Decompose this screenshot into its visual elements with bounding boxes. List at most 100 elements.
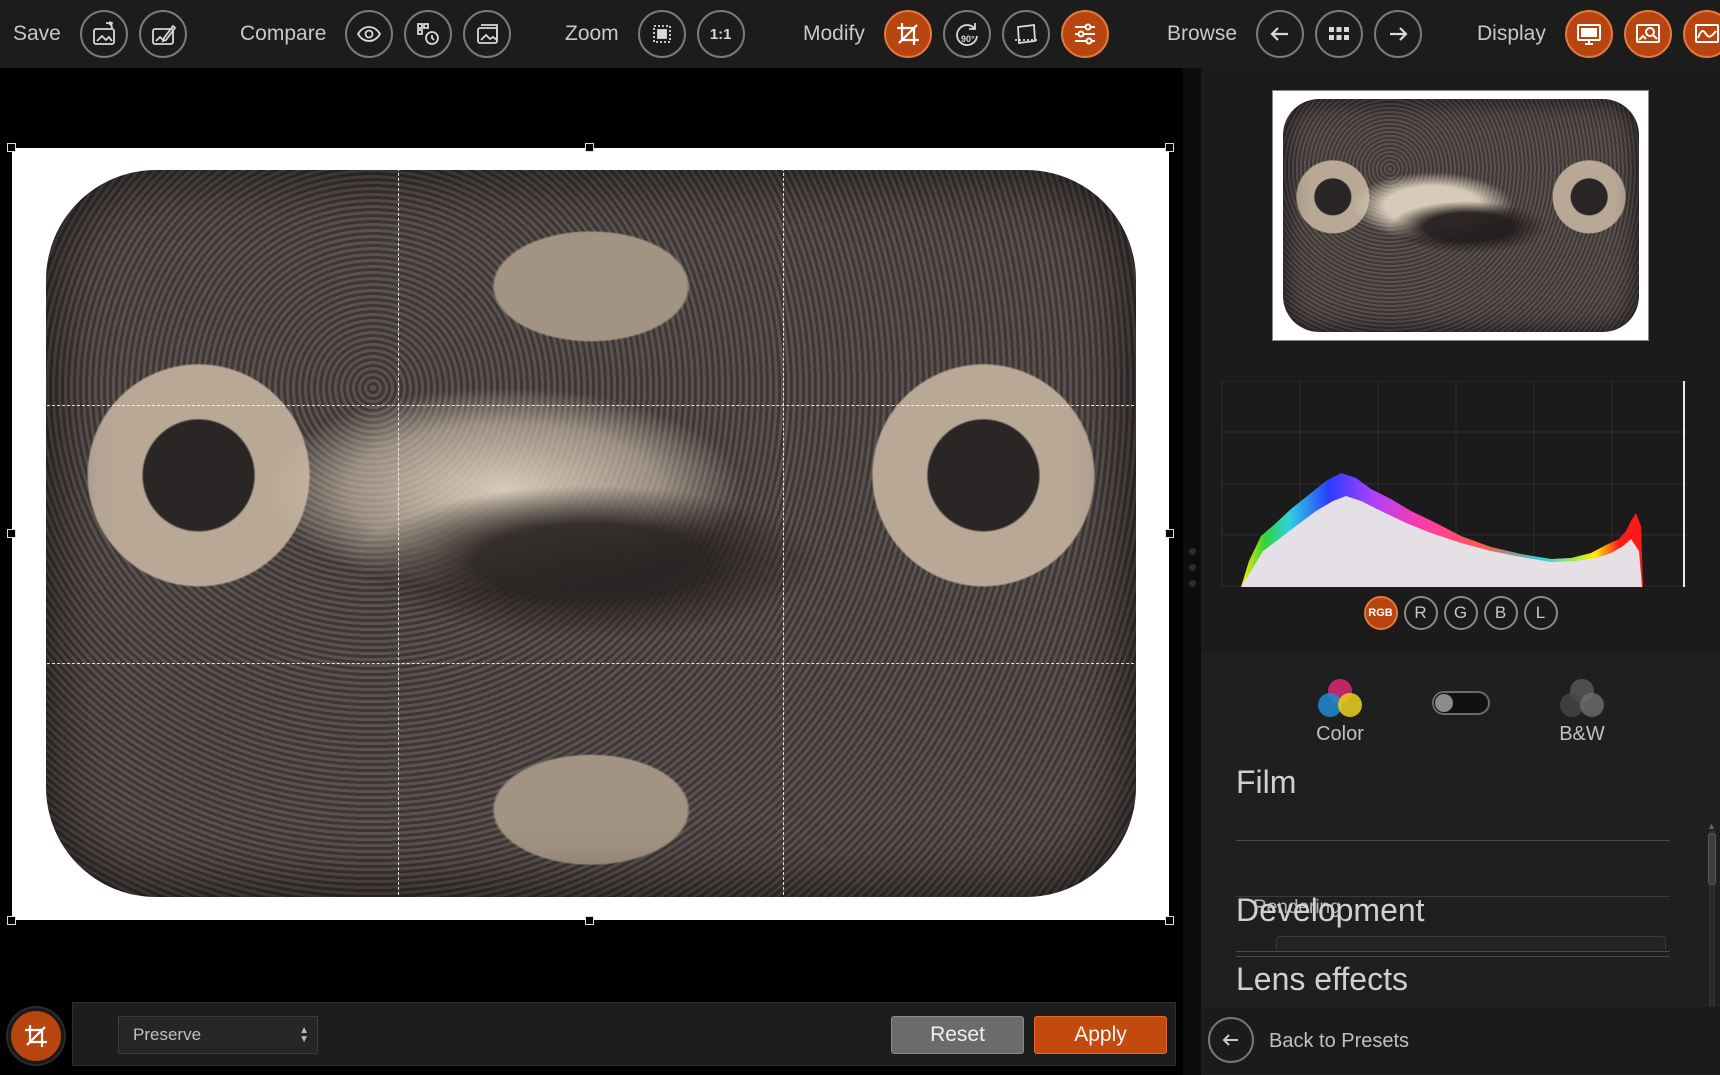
section-divider	[1236, 956, 1670, 957]
browse-group: Browse	[1167, 0, 1423, 68]
browse-grid-button[interactable]	[1315, 10, 1364, 58]
display-group: Display	[1477, 0, 1720, 68]
crop-handle-right[interactable]	[1165, 529, 1174, 538]
section-lens-effects-title: Lens effects	[1236, 961, 1408, 997]
bw-mode-icon	[1560, 679, 1604, 719]
channel-g-button[interactable]: G	[1443, 596, 1478, 630]
modify-group: Modify 90°	[803, 0, 1109, 68]
back-button[interactable]	[1208, 1017, 1254, 1063]
aspect-ratio-select[interactable]: Preserve ▲ ▼	[118, 1016, 318, 1054]
compare-original-button[interactable]	[345, 10, 394, 58]
modify-label: Modify	[803, 22, 865, 45]
bw-mode-label: B&W	[1559, 723, 1605, 745]
toggle-knob	[1435, 694, 1453, 712]
scroll-thumb[interactable]	[1708, 833, 1716, 885]
crop-mode-button[interactable]	[8, 1008, 64, 1064]
compare-history-button[interactable]	[404, 10, 453, 58]
histogram-channel-selector: RGB R G B L	[1201, 596, 1720, 636]
crop-handle-bottom-left[interactable]	[7, 916, 16, 925]
save-label: Save	[13, 22, 61, 45]
channel-b-button[interactable]: B	[1483, 596, 1518, 630]
crop-handle-top-right[interactable]	[1165, 143, 1174, 152]
crop-overlay[interactable]	[7, 143, 1174, 925]
arrow-right-icon	[1390, 27, 1408, 41]
section-lens-effects[interactable]: Lens effects	[1236, 961, 1670, 1013]
back-to-presets-row[interactable]: Back to Presets	[1201, 1007, 1720, 1073]
top-toolbar: Save Compare Zoom 1:1 Modify 90° Browse …	[0, 0, 1720, 68]
channel-l-button[interactable]: L	[1523, 596, 1558, 630]
crop-handle-left[interactable]	[7, 529, 16, 538]
color-mode-icon	[1318, 679, 1362, 719]
section-film-title: Film	[1236, 764, 1297, 800]
display-fullscreen-button[interactable]	[1564, 10, 1613, 58]
channel-r-button[interactable]: R	[1403, 596, 1438, 630]
grip-dot	[1189, 564, 1196, 571]
straighten-button[interactable]	[1001, 10, 1050, 58]
crop-grid-line	[397, 148, 399, 920]
crop-icon	[896, 23, 919, 45]
compare-label: Compare	[240, 22, 327, 45]
browse-next-button[interactable]	[1374, 10, 1423, 58]
crop-grid-line	[12, 662, 1169, 664]
arrow-left-icon	[1222, 1034, 1238, 1046]
crop-icon	[25, 1025, 47, 1047]
histogram-icon	[1694, 24, 1719, 43]
display-preview-button[interactable]	[1623, 10, 1672, 58]
compare-images-button[interactable]	[463, 10, 512, 58]
edit-image-button[interactable]	[138, 10, 187, 58]
crop-grid-line	[12, 405, 1169, 407]
histogram-chart	[1221, 381, 1687, 587]
fit-icon	[652, 25, 671, 43]
zoom-group: Zoom 1:1	[565, 0, 745, 68]
browse-label: Browse	[1167, 22, 1238, 45]
thumbnail-image	[1283, 99, 1639, 332]
navigator-thumbnail[interactable]	[1272, 90, 1649, 341]
export-image-button[interactable]	[79, 10, 128, 58]
export-image-icon	[92, 21, 115, 45]
rotate-button[interactable]: 90°	[942, 10, 991, 58]
crop-handle-top-left[interactable]	[7, 143, 16, 152]
images-icon	[477, 24, 499, 44]
bw-mode-option[interactable]: B&W	[1532, 679, 1632, 746]
crop-bar-panel: Preserve ▲ ▼ Reset Apply	[72, 1002, 1176, 1066]
section-film[interactable]: Film	[1236, 764, 1670, 841]
right-panel: RGB R G B L Color B&W Film Rendering Dev…	[1201, 68, 1720, 1075]
apply-button[interactable]: Apply	[1034, 1016, 1167, 1054]
monitor-icon	[1576, 24, 1601, 45]
crop-border[interactable]	[12, 148, 1169, 920]
display-histogram-button[interactable]	[1682, 10, 1720, 58]
color-bw-toggle[interactable]	[1432, 691, 1490, 715]
straighten-icon	[1014, 23, 1037, 45]
zoom-fit-button[interactable]	[637, 10, 686, 58]
section-development[interactable]: Development	[1236, 892, 1670, 954]
crop-button[interactable]	[883, 10, 932, 58]
panel-resize-handle[interactable]	[1183, 68, 1201, 1075]
preview-icon	[1635, 24, 1660, 43]
channel-rgb-button[interactable]: RGB	[1363, 596, 1398, 630]
scroll-up-icon[interactable]: ▲	[1707, 821, 1716, 831]
reset-button[interactable]: Reset	[891, 1016, 1024, 1054]
image-canvas[interactable]	[0, 68, 1183, 1000]
svg-text:90°: 90°	[961, 34, 975, 44]
crop-bar: Preserve ▲ ▼ Reset Apply	[0, 1000, 1183, 1075]
history-icon	[417, 23, 440, 45]
crop-handle-bottom-right[interactable]	[1165, 916, 1174, 925]
compare-group: Compare	[240, 0, 512, 68]
display-label: Display	[1477, 22, 1546, 45]
section-development-title: Development	[1236, 892, 1425, 928]
crop-handle-top[interactable]	[585, 143, 594, 152]
back-to-presets-label: Back to Presets	[1269, 1030, 1410, 1052]
edit-image-icon	[151, 24, 177, 45]
grip-dot	[1189, 580, 1196, 587]
zoom-label: Zoom	[565, 22, 619, 45]
adjustments-button[interactable]	[1060, 10, 1109, 58]
zoom-actual-size-button[interactable]: 1:1	[696, 10, 745, 58]
grip-dot	[1189, 548, 1196, 555]
color-mode-option[interactable]: Color	[1290, 679, 1390, 746]
color-mode-label: Color	[1316, 723, 1364, 745]
eye-icon	[357, 26, 382, 42]
crop-grid-line	[783, 148, 785, 920]
color-mode-row: Color B&W	[1201, 679, 1720, 749]
browse-previous-button[interactable]	[1256, 10, 1305, 58]
crop-handle-bottom[interactable]	[585, 916, 594, 925]
